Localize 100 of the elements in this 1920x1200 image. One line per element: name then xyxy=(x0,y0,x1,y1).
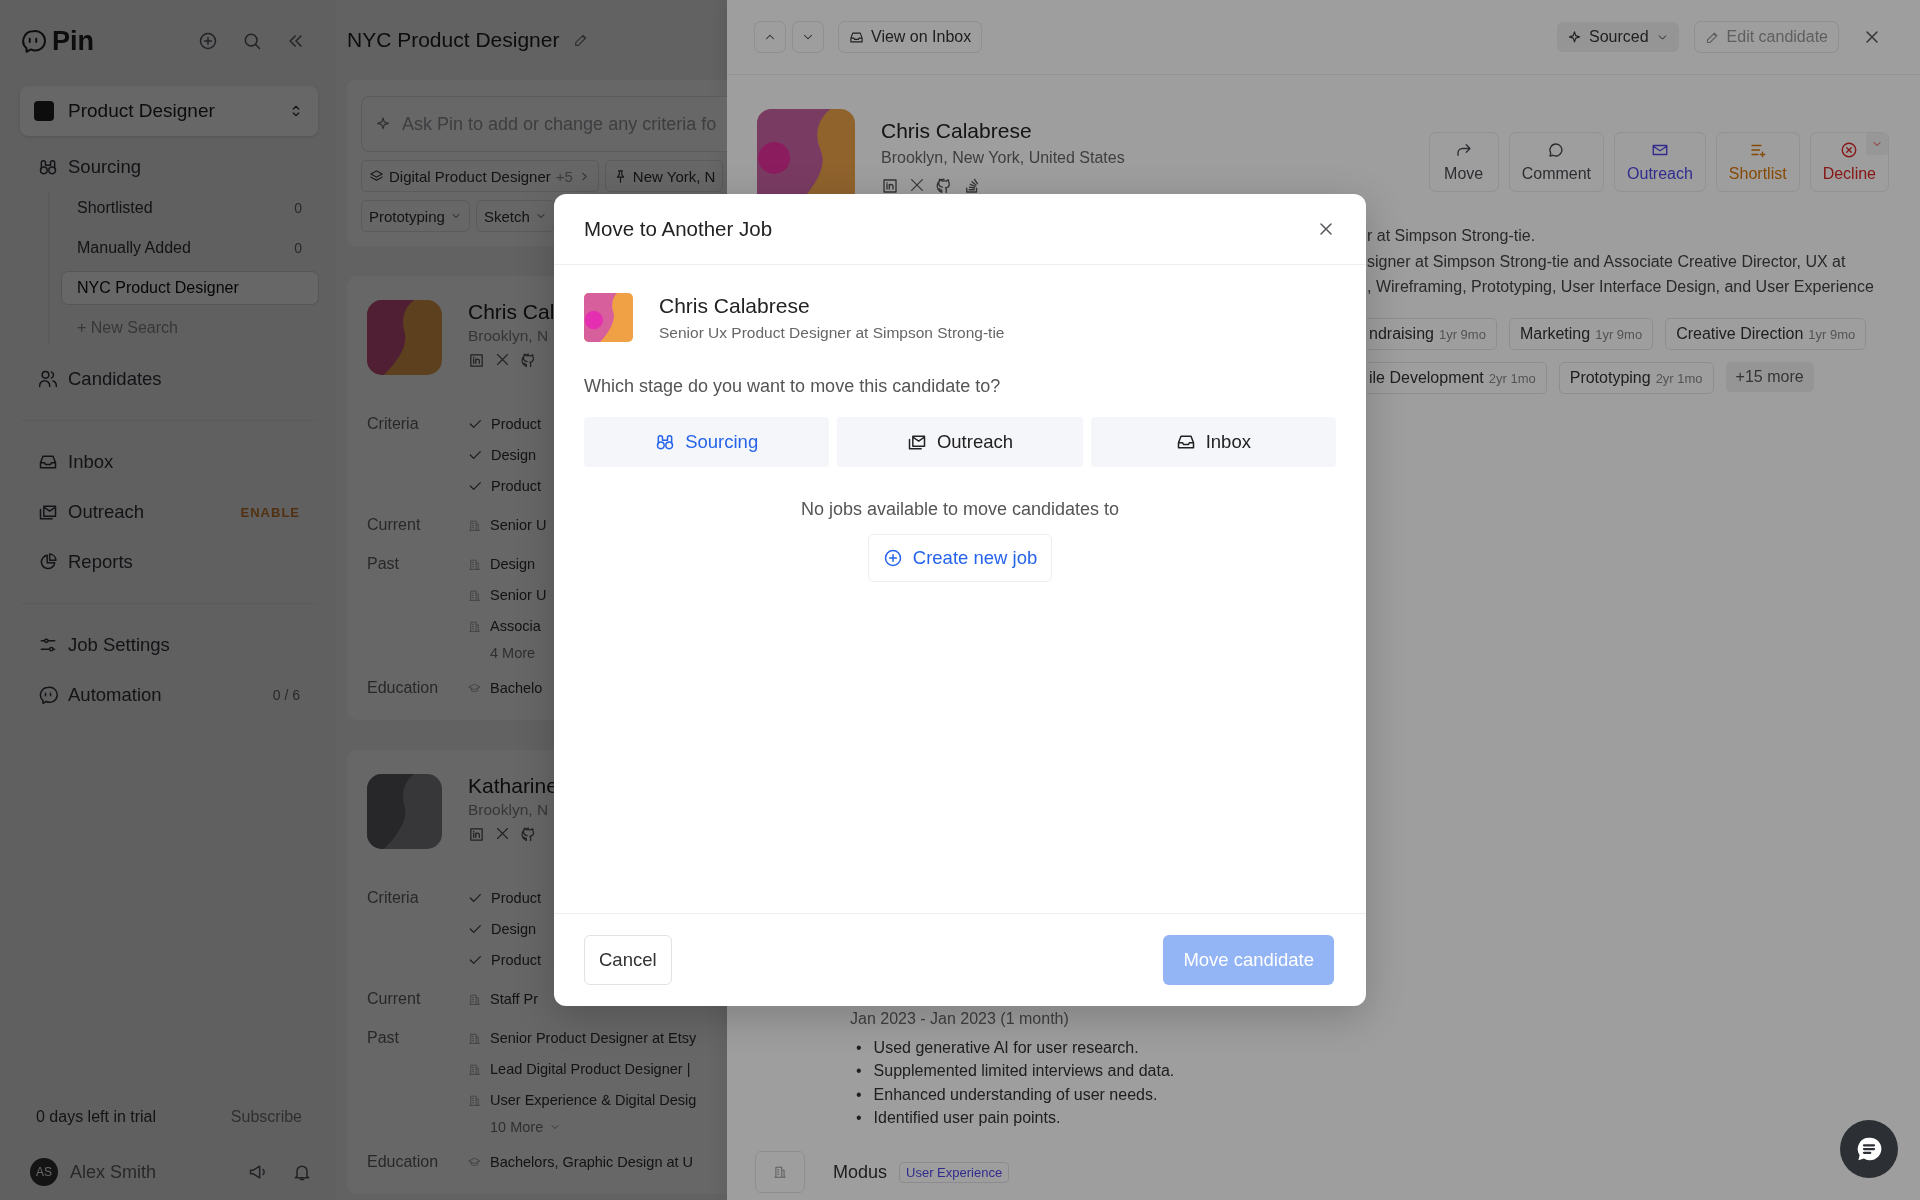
github-icon xyxy=(520,352,537,369)
x-logo-icon xyxy=(495,352,510,367)
nav-item[interactable]: Inbox xyxy=(20,437,318,487)
layers-icon xyxy=(369,168,384,184)
building-icon xyxy=(468,557,481,571)
section-label: Criteria xyxy=(367,414,420,434)
linkedin-icon xyxy=(881,177,899,195)
nav-item[interactable]: Sourcing xyxy=(20,142,318,192)
edit-candidate-button[interactable]: Edit candidate xyxy=(1694,22,1838,52)
chat-bubble-icon xyxy=(20,28,46,54)
section-item: Design xyxy=(490,555,536,574)
section-item: Product xyxy=(491,415,541,434)
experience-bullet: Used generative AI for user research. xyxy=(873,1037,1139,1058)
action-button[interactable]: Comment xyxy=(1509,133,1604,191)
bullet-marker: • xyxy=(856,1037,862,1058)
item-count: 0 xyxy=(294,240,302,256)
nav-item[interactable]: Candidates xyxy=(20,354,318,404)
bullet-marker: • xyxy=(856,1061,862,1082)
section-label: Past xyxy=(367,554,400,574)
sub-nav-item[interactable]: Shortlisted 0 xyxy=(62,192,318,224)
binoculars-icon xyxy=(655,432,676,452)
action-button[interactable]: Decline xyxy=(1810,133,1888,191)
candidate-name[interactable]: Chris Cal xyxy=(468,300,555,324)
company-tag: User Experience xyxy=(899,1161,1010,1183)
user-avatar[interactable]: AS xyxy=(30,1158,58,1186)
pie-chart-icon xyxy=(38,552,58,572)
status-dropdown[interactable]: Sourced xyxy=(1557,22,1679,52)
inbox-icon xyxy=(849,29,864,45)
bullet-marker: • xyxy=(856,1108,862,1129)
mail-stack-icon xyxy=(906,432,927,452)
building-icon xyxy=(468,619,481,633)
experience-bullet: Identified user pain points. xyxy=(873,1108,1061,1129)
section-item: Associa xyxy=(490,617,541,636)
github-icon xyxy=(935,177,953,195)
candidate-location: Brooklyn, New York, United States xyxy=(881,149,1125,167)
section-label: Current xyxy=(367,989,422,1009)
view-on-inbox-button[interactable]: View on Inbox xyxy=(839,22,982,52)
empty-state-text: No jobs available to move candidates to xyxy=(799,499,1121,520)
bullet-marker: • xyxy=(856,1084,862,1105)
action-button[interactable]: Shortlist xyxy=(1716,133,1799,191)
section-item: Product xyxy=(491,477,541,496)
more-actions-button[interactable] xyxy=(1866,133,1888,155)
section-item: Design xyxy=(491,920,537,939)
section-item: Senior U xyxy=(490,516,547,535)
users-icon xyxy=(38,369,58,389)
megaphone-icon xyxy=(248,1162,268,1182)
more-skills-tag[interactable]: +15 more xyxy=(1725,361,1814,392)
share-arrow-icon xyxy=(1454,141,1473,159)
user-name: Alex Smith xyxy=(70,1161,158,1183)
create-job-button[interactable]: Create new job xyxy=(867,534,1053,582)
experience-bullet: Enhanced understanding of user needs. xyxy=(873,1084,1158,1105)
job-logo-icon xyxy=(34,101,54,121)
nav-item[interactable]: Reports xyxy=(20,537,318,587)
summary-text: signer at Simpson Strong-tie and Associate Creative Director, UX at xyxy=(1367,251,1847,272)
building-icon xyxy=(468,588,481,602)
show-more-link[interactable]: 10 More xyxy=(467,1119,697,1135)
section-item: Staff Pr xyxy=(490,990,539,1009)
skill-tag: ndraising 1yr 9mo xyxy=(1367,317,1497,350)
sub-nav-item[interactable]: NYC Product Designer xyxy=(62,272,318,304)
stage-tab[interactable]: Inbox xyxy=(1090,417,1336,467)
sparkle-icon xyxy=(375,116,391,132)
filter-chip[interactable]: Prototyping xyxy=(361,200,470,232)
section-label: Past xyxy=(367,1028,400,1048)
inbox-icon xyxy=(38,452,58,472)
skill-tag: Creative Direction 1yr 9mo xyxy=(1665,317,1867,350)
inbox-icon xyxy=(1175,432,1196,452)
section-item: Bachelors, Graphic Design at U xyxy=(490,1153,694,1172)
search-title: NYC Product Designer xyxy=(347,28,560,52)
item-count: 0 xyxy=(294,200,302,216)
experience-bullet: Supplemented limited interviews and data. xyxy=(873,1061,1175,1082)
candidate-name[interactable]: Katharine xyxy=(468,774,558,798)
action-button[interactable]: Move xyxy=(1429,133,1498,191)
pencil-icon xyxy=(1704,29,1720,45)
section-label: Education xyxy=(367,1152,440,1172)
stage-tab[interactable]: Outreach xyxy=(837,417,1083,467)
section-item: Bachelo xyxy=(490,679,543,698)
cancel-button[interactable]: Cancel xyxy=(584,935,672,985)
enable-badge[interactable]: ENABLE xyxy=(240,504,300,520)
stage-tab[interactable]: Sourcing xyxy=(584,417,830,467)
section-label: Criteria xyxy=(367,888,420,908)
section-label: Current xyxy=(367,515,422,535)
linkedin-icon xyxy=(468,826,485,843)
cap-icon xyxy=(468,1155,481,1169)
job-selector[interactable]: Product Designer xyxy=(20,86,318,136)
show-more-link[interactable]: 4 More xyxy=(467,645,547,661)
filter-chip[interactable]: New York, N xyxy=(604,160,724,192)
app-logo[interactable]: Pin xyxy=(20,25,94,57)
avatar-drawing xyxy=(584,293,633,342)
sub-nav-item[interactable]: Manually Added 0 xyxy=(62,232,318,264)
skill-tag: ile Development 2yr 1mo xyxy=(1367,361,1547,394)
summary-text: , Wireframing, Prototyping, User Interface Design, and User Experience xyxy=(1367,277,1875,297)
cap-icon xyxy=(468,681,481,695)
action-button[interactable]: Outreach xyxy=(1615,133,1705,191)
building-icon xyxy=(468,1093,481,1107)
linkedin-icon xyxy=(468,352,485,369)
github-icon xyxy=(520,826,537,843)
search-icon xyxy=(242,31,262,51)
nav-item[interactable]: Job Settings xyxy=(20,620,318,670)
nav-item[interactable]: Outreach ENABLE xyxy=(20,487,318,537)
x-logo-icon xyxy=(495,826,510,841)
